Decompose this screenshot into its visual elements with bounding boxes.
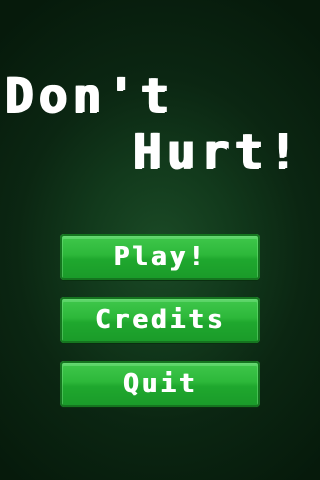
credits-button-label: Credits [94, 305, 226, 335]
quit-button-label: Quit [122, 369, 198, 399]
play-button[interactable]: Play! [60, 234, 260, 280]
game-title-line-2: Hurt! [132, 124, 302, 180]
play-button-label: Play! [113, 242, 207, 272]
credits-button[interactable]: Credits [60, 297, 260, 343]
game-title-line-1: Don't [4, 68, 174, 124]
quit-button[interactable]: Quit [60, 361, 260, 407]
main-menu-screen: Don't Hurt! Play! Credits Quit [0, 0, 320, 480]
